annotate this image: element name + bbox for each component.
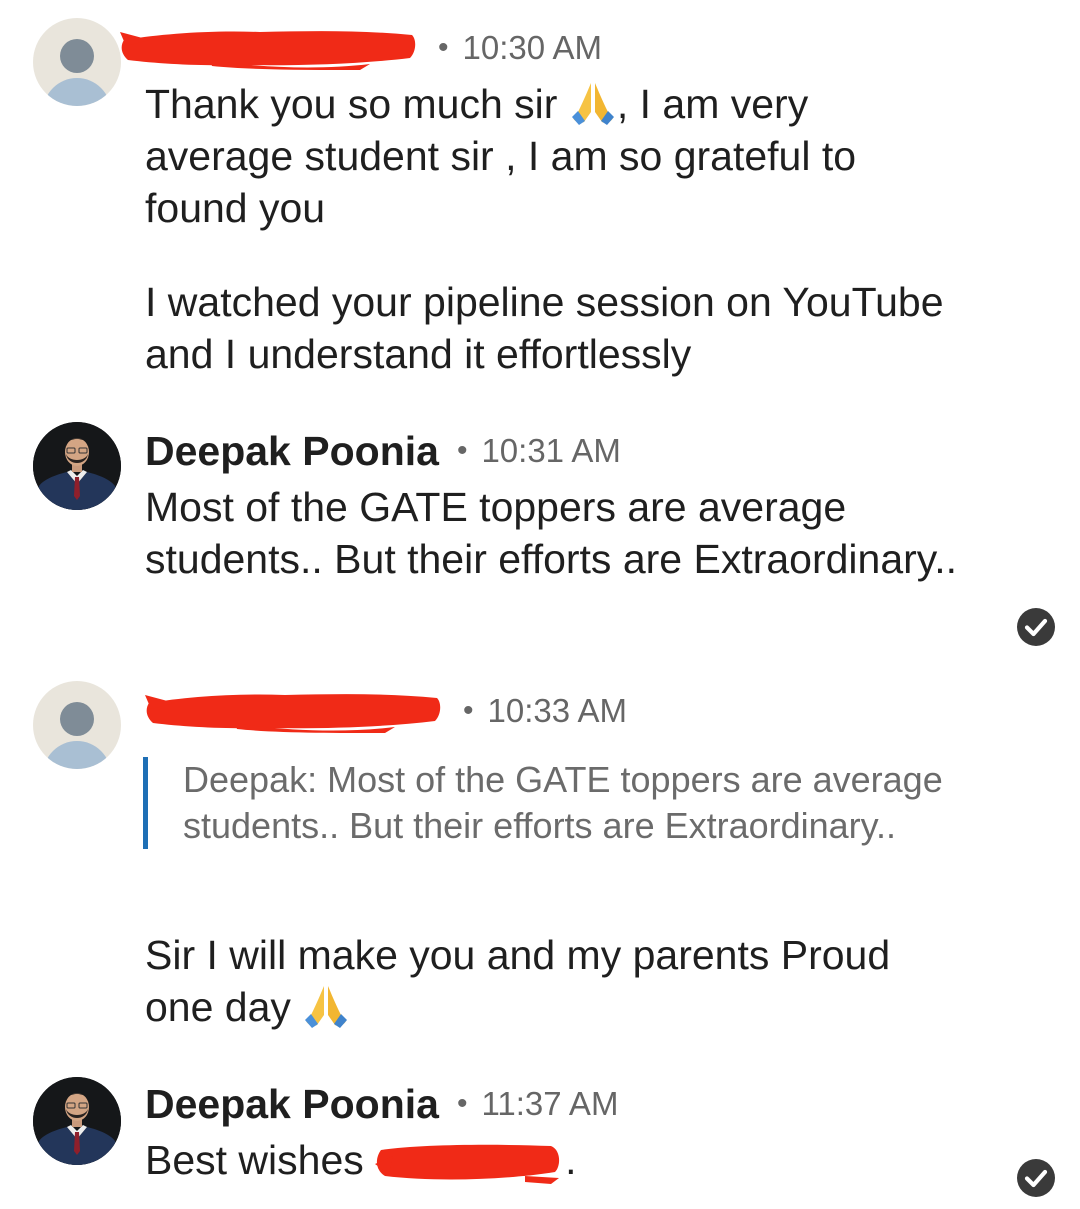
sender-name[interactable]: Deepak Poonia [145, 1081, 439, 1128]
message-body: Best wishes . [145, 1134, 965, 1186]
sender-name[interactable]: Deepak Poonia [145, 428, 439, 475]
separator-dot: • [456, 434, 468, 467]
message-body: Most of the GATE toppers are average stu… [145, 484, 958, 582]
profile-photo-avatar[interactable] [33, 1077, 121, 1165]
profile-photo [33, 422, 121, 510]
check-circle-icon [1016, 1158, 1056, 1198]
message-paragraph: Sir I will make you and my parents Proud… [145, 932, 891, 1030]
redacted-sender-name [120, 26, 420, 70]
message-paragraph: I watched your pipeline session on YouTu… [145, 279, 944, 377]
message-header: Deepak Poonia • 10:31 AM [145, 425, 621, 477]
redacted-recipient-name [375, 1140, 565, 1184]
redacted-sender-name [145, 689, 445, 733]
separator-dot: • [438, 31, 449, 64]
person-placeholder-avatar[interactable] [33, 681, 121, 769]
message-time: 10:30 AM [462, 29, 602, 66]
message-paragraph: Thank you so much sir , I am very averag… [145, 80, 857, 231]
profile-photo-avatar[interactable] [33, 422, 121, 510]
message-header: • 10:33 AM [145, 685, 627, 737]
message-time: 10:31 AM [481, 432, 621, 469]
person-placeholder-avatar[interactable] [33, 18, 121, 106]
profile-photo [33, 1077, 121, 1165]
message-time: 10:33 AM [487, 692, 627, 729]
message-body: Sir I will make you and my parents Proud… [145, 929, 965, 1033]
separator-dot: • [456, 1087, 468, 1120]
check-circle-icon [1016, 607, 1056, 647]
person-placeholder-icon [60, 702, 94, 736]
folded-hands-emoji [569, 80, 617, 126]
message-time: 11:37 AM [481, 1085, 619, 1122]
folded-hands-emoji [302, 983, 350, 1029]
message-header: • 10:30 AM [145, 22, 602, 74]
separator-dot: • [463, 694, 474, 727]
quoted-message[interactable]: Deepak: Most of the GATE toppers are ave… [143, 757, 963, 849]
message-paragraph: Best wishes . [145, 1137, 577, 1184]
message-body: Thank you so much sir , I am very averag… [145, 78, 965, 380]
person-placeholder-icon [60, 39, 94, 73]
message-header: Deepak Poonia • 11:37 AM [145, 1078, 618, 1130]
